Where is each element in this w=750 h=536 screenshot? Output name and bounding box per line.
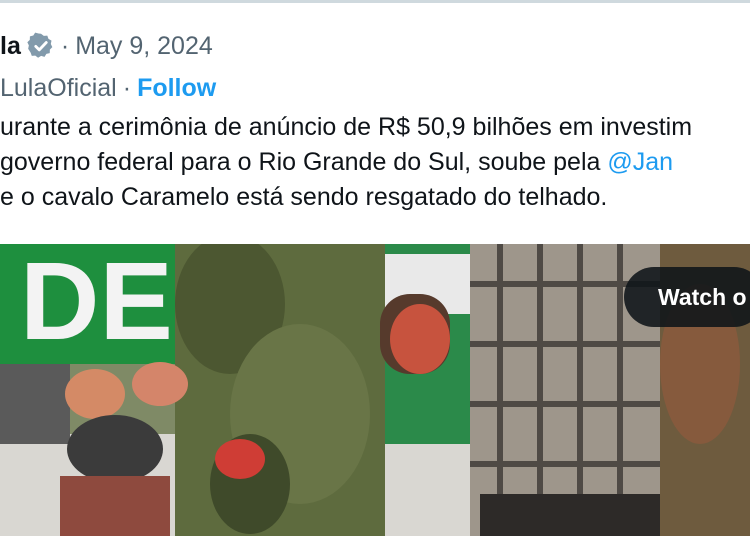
verified-badge-icon	[27, 32, 53, 58]
author-name[interactable]: la	[0, 32, 21, 61]
tweet-text-line: urante a cerimônia de anúncio de R$ 50,9…	[0, 110, 750, 145]
watch-button-label: Watch o	[658, 283, 747, 310]
tweet-top-border	[0, 0, 750, 3]
tweet-text-line: governo federal para o Rio Grande do Sul…	[0, 145, 750, 180]
tweet-text-segment: e o cavalo Caramelo está sendo resgatado…	[0, 183, 608, 211]
follow-button[interactable]: Follow	[137, 74, 216, 103]
watch-video-button[interactable]: Watch o	[624, 267, 750, 327]
tweet-handle-row: LulaOficial · Follow	[0, 72, 216, 104]
tweet-date[interactable]: May 9, 2024	[75, 32, 213, 61]
green-sign-letters: DE	[20, 244, 173, 363]
tweet-text-line: e o cavalo Caramelo está sendo resgatado…	[0, 180, 750, 215]
tweet-header: la · May 9, 2024	[0, 30, 213, 62]
tweet-text-segment: urante a cerimônia de anúncio de R$ 50,9…	[0, 113, 693, 141]
mention-link[interactable]: @Jan	[607, 148, 673, 176]
date-separator: ·	[60, 31, 70, 60]
author-handle[interactable]: LulaOficial	[0, 74, 117, 103]
tweet-text-segment: governo federal para o Rio Grande do Sul…	[0, 148, 608, 176]
handle-separator: ·	[122, 73, 132, 102]
tweet-text: urante a cerimônia de anúncio de R$ 50,9…	[0, 110, 750, 215]
